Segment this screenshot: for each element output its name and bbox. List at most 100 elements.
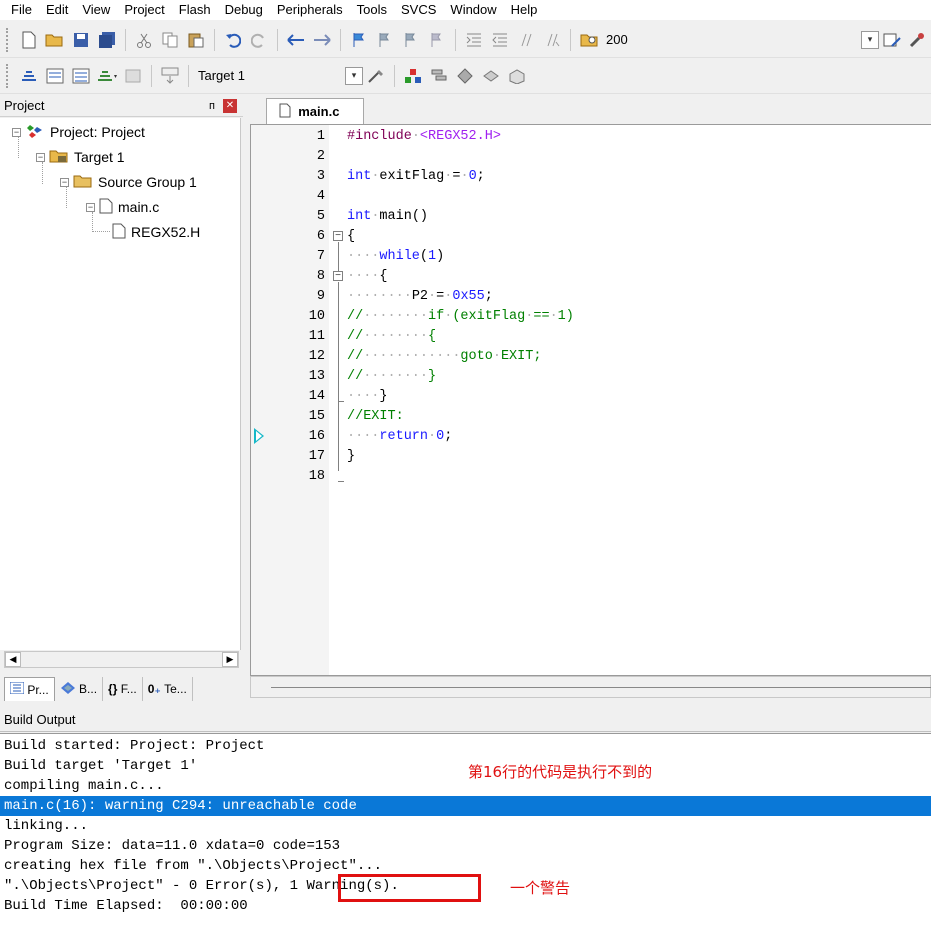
- nav-forward-icon[interactable]: [311, 29, 333, 51]
- next-bookmark-icon[interactable]: [400, 29, 422, 51]
- copy-icon[interactable]: [159, 29, 181, 51]
- menu-debug[interactable]: Debug: [218, 1, 270, 19]
- prev-bookmark-icon[interactable]: [374, 29, 396, 51]
- tab-main-c[interactable]: main.c: [266, 98, 364, 124]
- tree-item-source-group[interactable]: − Source Group 1: [60, 172, 197, 192]
- build-output-line[interactable]: Build Time Elapsed: 00:00:00: [4, 896, 248, 916]
- breakpoint-margin[interactable]: [251, 125, 271, 675]
- tree-item-target[interactable]: − Target 1: [36, 147, 125, 167]
- uncomment-icon[interactable]: [541, 29, 563, 51]
- open-folder-icon[interactable]: [44, 29, 66, 51]
- tab-books[interactable]: B...: [55, 677, 104, 701]
- build-output-line[interactable]: Build started: Project: Project: [4, 736, 264, 756]
- undo-icon[interactable]: [222, 29, 244, 51]
- menu-tools[interactable]: Tools: [350, 1, 394, 19]
- menu-help[interactable]: Help: [504, 1, 545, 19]
- target-selector[interactable]: Target 1: [198, 68, 245, 83]
- batch-build-icon[interactable]: [96, 65, 118, 87]
- menu-flash[interactable]: Flash: [172, 1, 218, 19]
- cut-icon[interactable]: [133, 29, 155, 51]
- configure-icon[interactable]: [881, 29, 903, 51]
- build-output-line[interactable]: compiling main.c...: [4, 776, 164, 796]
- manage-rte-icon[interactable]: [454, 65, 476, 87]
- toolbar-separator: [125, 28, 126, 51]
- menu-svcs[interactable]: SVCS: [394, 1, 443, 19]
- rebuild-icon[interactable]: [70, 65, 92, 87]
- menu-file[interactable]: File: [4, 1, 39, 19]
- build-output-panel[interactable]: Build started: Project: Project Build tar…: [0, 733, 931, 940]
- code-line: //EXIT:: [347, 409, 404, 424]
- pack-installer-icon[interactable]: [480, 65, 502, 87]
- scroll-left-icon[interactable]: ◀: [5, 652, 21, 667]
- save-all-icon[interactable]: [96, 29, 118, 51]
- toolbar-separator: [455, 28, 456, 51]
- line-number: 7: [316, 249, 325, 264]
- toolbar-separator: [570, 28, 571, 51]
- target-options-icon[interactable]: [365, 65, 387, 87]
- line-number: 6: [316, 229, 325, 244]
- chevron-down-icon[interactable]: ▾: [344, 66, 363, 85]
- tab-project[interactable]: Pr...: [4, 677, 55, 701]
- toolbar-grip[interactable]: [6, 27, 10, 52]
- line-number: 15: [308, 409, 325, 424]
- stop-build-icon[interactable]: [122, 65, 144, 87]
- tab-functions[interactable]: {} F...: [103, 677, 143, 701]
- close-icon[interactable]: ✕: [223, 98, 237, 113]
- file-icon: [112, 223, 126, 242]
- menu-project[interactable]: Project: [117, 1, 171, 19]
- code-line: //········{: [347, 329, 437, 344]
- clear-bookmarks-icon[interactable]: [426, 29, 448, 51]
- build-output-line[interactable]: main.c(16): warning C294: unreachable co…: [0, 796, 931, 816]
- tree-item-project[interactable]: − Project: Project: [12, 122, 145, 142]
- code-area[interactable]: #include·<REGX52.H> int·exitFlag·=·0; in…: [347, 125, 931, 675]
- collapse-icon[interactable]: −: [86, 202, 95, 212]
- chevron-down-icon[interactable]: ▾: [861, 30, 879, 49]
- line-number: 12: [308, 349, 325, 364]
- build-output-line[interactable]: creating hex file from ".\Objects\Projec…: [4, 856, 382, 876]
- toolbar-separator: [340, 28, 341, 51]
- comment-icon[interactable]: [515, 29, 537, 51]
- save-icon[interactable]: [70, 29, 92, 51]
- menu-peripherals[interactable]: Peripherals: [270, 1, 350, 19]
- redo-icon[interactable]: [248, 29, 270, 51]
- manage-project-items-icon[interactable]: [402, 65, 424, 87]
- collapse-icon[interactable]: −: [36, 152, 45, 162]
- build-toolbar: Target 1 ▾: [0, 58, 931, 94]
- braces-icon: {}: [108, 682, 118, 696]
- nav-back-icon[interactable]: [285, 29, 307, 51]
- tree-item-main-c[interactable]: − main.c: [86, 197, 159, 217]
- build-output-line[interactable]: Build target 'Target 1': [4, 756, 197, 776]
- collapse-icon[interactable]: −: [12, 127, 21, 137]
- package-icon[interactable]: [506, 65, 528, 87]
- indent-icon[interactable]: [463, 29, 485, 51]
- project-hscrollbar[interactable]: ◀ ▶: [4, 651, 239, 668]
- bookmark-icon[interactable]: [348, 29, 370, 51]
- tree-item-regx52-h[interactable]: REGX52.H: [112, 222, 200, 242]
- menu-view[interactable]: View: [75, 1, 117, 19]
- menu-window[interactable]: Window: [443, 1, 503, 19]
- pin-icon[interactable]: ᴨ: [209, 100, 215, 112]
- scroll-right-icon[interactable]: ▶: [222, 652, 238, 667]
- line-number: 3: [316, 169, 325, 184]
- unindent-icon[interactable]: [489, 29, 511, 51]
- paste-icon[interactable]: [185, 29, 207, 51]
- menu-edit[interactable]: Edit: [39, 1, 75, 19]
- download-icon[interactable]: [159, 65, 181, 87]
- build-icon[interactable]: [44, 65, 66, 87]
- editor-hscrollbar[interactable]: [250, 676, 931, 698]
- toolbar-grip[interactable]: [6, 63, 10, 88]
- select-packs-icon[interactable]: [428, 65, 450, 87]
- zoom-value[interactable]: 200: [606, 32, 628, 47]
- fold-collapse-icon[interactable]: −: [333, 231, 343, 241]
- find-in-files-icon[interactable]: [578, 29, 600, 51]
- collapse-icon[interactable]: −: [60, 177, 69, 187]
- new-file-icon[interactable]: [18, 29, 40, 51]
- build-output-line[interactable]: linking...: [4, 816, 88, 836]
- tab-templates[interactable]: 0₊ Te...: [143, 677, 193, 701]
- tools-icon[interactable]: [907, 29, 929, 51]
- code-editor[interactable]: 1 2 3 4 5 6 7 8 9 10 11 12 13 14 15 16 17 18 − − #include…: [250, 124, 931, 676]
- line-number: 4: [316, 189, 325, 204]
- fold-collapse-icon[interactable]: −: [333, 271, 343, 281]
- build-output-line[interactable]: Program Size: data=11.0 xdata=0 code=153: [4, 836, 340, 856]
- translate-icon[interactable]: [18, 65, 40, 87]
